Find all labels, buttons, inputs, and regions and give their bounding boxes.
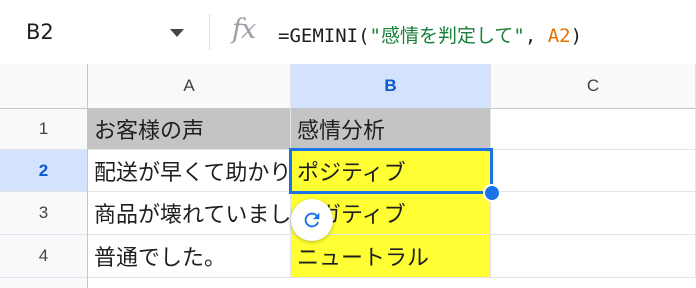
formula-string-arg: "感情を判定して" <box>369 25 525 47</box>
column-header-c[interactable]: C <box>491 64 696 109</box>
column-header-a[interactable]: A <box>88 64 291 109</box>
cell-c4[interactable] <box>491 235 696 278</box>
cell-a3[interactable]: 商品が壊れていました <box>88 192 291 235</box>
formula-separator: , <box>524 25 548 47</box>
formula-ref-arg: A2 <box>547 25 571 47</box>
formula-prefix: =GEMINI( <box>278 25 370 47</box>
chevron-down-icon[interactable] <box>170 29 184 37</box>
row-header-3[interactable]: 3 <box>0 192 88 235</box>
formula-input[interactable]: =GEMINI("感情を判定して", A2) <box>278 21 582 48</box>
spreadsheet-grid: A B C 1 お客様の声 感情分析 2 配送が早くて助かりました ポジティブ … <box>0 64 696 288</box>
formula-bar: B2 fx =GEMINI("感情を判定して", A2) <box>0 0 696 64</box>
refresh-icon <box>304 212 320 228</box>
cell-a2[interactable]: 配送が早くて助かりました <box>88 150 291 192</box>
row-header-4[interactable]: 4 <box>0 235 88 278</box>
name-box[interactable]: B2 <box>26 20 54 44</box>
column-header-b[interactable]: B <box>291 64 491 109</box>
cell-c2[interactable] <box>491 150 696 192</box>
formula-bar-divider <box>209 14 210 50</box>
cell-b4[interactable]: ニュートラル <box>291 235 491 278</box>
cell-b2[interactable]: ポジティブ <box>291 150 491 192</box>
fill-handle[interactable] <box>483 184 501 202</box>
row-header-2[interactable]: 2 <box>0 150 88 192</box>
cell-a4[interactable]: 普通でした。 <box>88 235 291 278</box>
row-header-5[interactable] <box>0 278 88 288</box>
row-header-1[interactable]: 1 <box>0 109 88 150</box>
cell-a1[interactable]: お客様の声 <box>88 109 291 150</box>
cell-b1[interactable]: 感情分析 <box>291 109 491 150</box>
cell-c3[interactable] <box>491 192 696 235</box>
select-all-corner[interactable] <box>0 64 88 109</box>
cell-c1[interactable] <box>491 109 696 150</box>
refresh-button[interactable] <box>291 199 333 241</box>
formula-suffix: ) <box>570 25 583 47</box>
function-icon: fx <box>232 14 256 45</box>
